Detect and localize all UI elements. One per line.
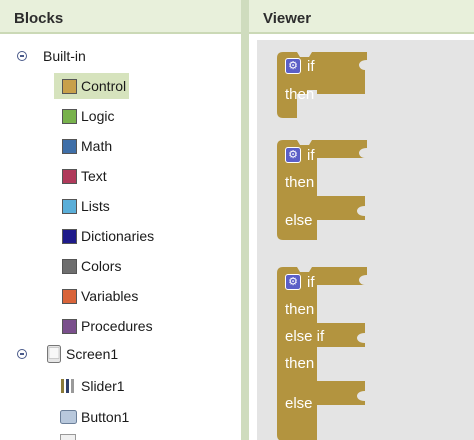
category-label: Colors (81, 258, 122, 274)
block-label-then: then (285, 174, 315, 191)
category-procedures[interactable]: Procedures (62, 313, 153, 339)
category-label: Variables (81, 288, 139, 304)
component-button1[interactable]: Button1 (60, 404, 129, 430)
viewer-panel: Viewer ⚙ if then ⚙ if then else ⚙ if the… (249, 0, 474, 440)
category-label: Logic (81, 108, 115, 124)
screen-label: Screen1 (66, 346, 119, 362)
category-math[interactable]: Math (62, 133, 112, 159)
category-variables[interactable]: Variables (62, 283, 138, 309)
component-label: Button1 (81, 409, 130, 425)
block-label-then: then (285, 355, 315, 372)
dictionaries-swatch-icon (62, 228, 77, 244)
collapse-icon[interactable] (17, 349, 27, 359)
lists-swatch-icon (62, 198, 77, 214)
tree-node-screen1[interactable]: Screen1 (17, 341, 118, 367)
gear-icon[interactable]: ⚙ (285, 58, 301, 74)
category-label: Lists (81, 198, 110, 214)
category-control[interactable]: Control (54, 73, 129, 99)
slider-icon (61, 379, 74, 393)
component-label: Slider1 (81, 378, 125, 394)
if-then-else-block[interactable]: ⚙ if then else (277, 140, 367, 246)
component-slider1[interactable]: Slider1 (60, 373, 125, 399)
logic-swatch-icon (62, 108, 77, 124)
blocks-panel: Blocks Built-in Control Logic Math Text … (0, 0, 241, 440)
block-label-else: else (285, 212, 313, 229)
colors-swatch-icon (62, 258, 77, 274)
component-partial-icon (60, 434, 76, 440)
block-shape (277, 267, 367, 440)
tree-node-builtin[interactable]: Built-in (17, 43, 86, 69)
category-label: Math (81, 138, 113, 154)
collapse-icon[interactable] (17, 51, 27, 61)
category-colors[interactable]: Colors (62, 253, 121, 279)
gear-icon[interactable]: ⚙ (285, 147, 301, 163)
block-label-else-if: else if (285, 328, 325, 345)
category-lists[interactable]: Lists (62, 193, 110, 219)
builtin-label: Built-in (43, 48, 86, 64)
category-logic[interactable]: Logic (62, 103, 114, 129)
category-label: Control (81, 78, 127, 94)
control-swatch-icon (62, 78, 77, 94)
block-label-if: if (307, 147, 315, 164)
block-label-if: if (307, 274, 315, 291)
gear-icon[interactable]: ⚙ (285, 274, 301, 290)
procedures-swatch-icon (62, 318, 77, 334)
text-swatch-icon (62, 168, 77, 184)
math-swatch-icon (62, 138, 77, 154)
block-label-else: else (285, 395, 313, 412)
category-text[interactable]: Text (62, 163, 107, 189)
category-dictionaries[interactable]: Dictionaries (62, 223, 154, 249)
viewer-panel-title: Viewer (249, 0, 474, 34)
category-label: Text (81, 168, 107, 184)
block-label-if: if (307, 58, 315, 75)
block-label-then: then (285, 86, 315, 103)
if-then-block[interactable]: ⚙ if then (277, 52, 367, 120)
blocks-workspace[interactable]: ⚙ if then ⚙ if then else ⚙ if then else … (257, 40, 474, 440)
category-label: Procedures (81, 318, 153, 334)
panel-divider[interactable] (241, 0, 249, 440)
blocks-panel-title: Blocks (0, 0, 241, 34)
button-icon (60, 410, 77, 424)
category-label: Dictionaries (81, 228, 155, 244)
screen-icon (47, 345, 61, 363)
if-elseif-else-block[interactable]: ⚙ if then else if then else (277, 267, 367, 440)
variables-swatch-icon (62, 288, 77, 304)
block-label-then: then (285, 301, 315, 318)
